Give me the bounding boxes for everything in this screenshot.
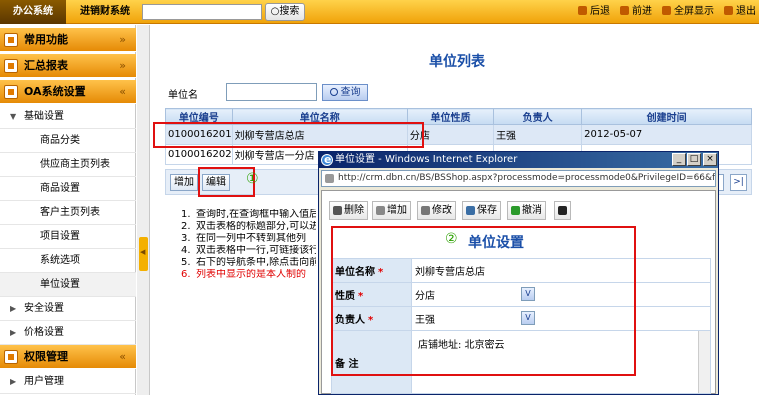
sidebar-item-product-settings[interactable]: 商品设置 bbox=[0, 177, 136, 201]
minimize-button[interactable]: _ bbox=[672, 153, 686, 166]
query-button[interactable]: 查询 bbox=[322, 84, 368, 101]
add-button[interactable]: 增加 bbox=[170, 174, 198, 191]
sidebar-item-product-category[interactable]: 商品分类 bbox=[0, 129, 136, 153]
annotation-number-1: ① bbox=[246, 171, 259, 187]
top-search-input[interactable] bbox=[142, 4, 262, 20]
folder-icon bbox=[4, 33, 18, 47]
undo-icon bbox=[511, 206, 520, 215]
address-bar[interactable]: http://crm.dbn.cn/BS/BSShop.aspx?process… bbox=[321, 170, 716, 187]
sidebar-item-system-options[interactable]: 系统选项 bbox=[0, 249, 136, 273]
top-search-button[interactable]: ○搜索 bbox=[265, 3, 305, 21]
unit-name-search-input[interactable] bbox=[226, 83, 317, 101]
fullscreen-icon bbox=[662, 6, 671, 15]
sidebar-item-customer-list[interactable]: 客户主页列表 bbox=[0, 201, 136, 225]
back-button[interactable]: 后退 bbox=[578, 0, 610, 24]
note-item: 5. 右下的导航条中,除点击向前 bbox=[181, 257, 316, 268]
add-icon bbox=[376, 206, 385, 215]
sidebar-group-security[interactable]: ▶ 安全设置 bbox=[0, 297, 136, 321]
sidebar-splitter[interactable] bbox=[137, 25, 150, 395]
back-icon bbox=[578, 6, 587, 15]
annotation-row-highlight bbox=[153, 122, 424, 148]
chevron-icon: » bbox=[119, 33, 126, 46]
textarea-scrollbar[interactable] bbox=[698, 331, 710, 393]
page-title: 单位列表 bbox=[429, 54, 485, 70]
search-icon bbox=[329, 88, 338, 96]
note-item: 4. 双击表格中一行,可链接该行 bbox=[181, 245, 316, 256]
report-icon bbox=[4, 59, 18, 73]
fullscreen-button[interactable]: 全屏显示 bbox=[662, 0, 714, 24]
tab-erp-system[interactable]: 进销财系统 bbox=[80, 0, 130, 24]
sidebar-section-common[interactable]: 常用功能 » bbox=[0, 28, 136, 52]
unit-settings-popup-window: 单位设置 - Windows Internet Explorer _ □ × h… bbox=[318, 151, 719, 395]
sidebar-group-price[interactable]: ▶ 价格设置 bbox=[0, 321, 136, 345]
collapsed-triangle-icon: ▶ bbox=[10, 328, 17, 337]
popup-body: 删除 增加 修改 保存 撤消 单位设置 单位名称 * 刘柳专营店总店 性质 * 分店… bbox=[321, 190, 716, 394]
pencil-icon bbox=[421, 206, 430, 215]
forward-icon bbox=[620, 6, 629, 15]
gear-icon bbox=[4, 85, 18, 99]
sidebar-section-oa-settings[interactable]: OA系统设置 « bbox=[0, 80, 136, 104]
chevron-icon: » bbox=[119, 59, 126, 72]
page-icon bbox=[325, 174, 334, 183]
sidebar: 常用功能 » 汇总报表 » OA系统设置 « ▼ 基础设置 商品分类 供应商主页列… bbox=[0, 25, 136, 395]
annotation-number-2: ② bbox=[445, 231, 458, 247]
note-item: 1. 查询时,在查询框中输入值后 bbox=[181, 209, 316, 220]
pager-last-button[interactable]: >| bbox=[730, 174, 747, 191]
col-header-owner[interactable]: 负责人 bbox=[493, 108, 583, 125]
note-item: 6. 列表中显示的是本人制的 bbox=[181, 269, 306, 280]
sidebar-section-permissions[interactable]: 权限管理 « bbox=[0, 345, 136, 369]
popup-title-bar[interactable]: 单位设置 - Windows Internet Explorer _ □ × bbox=[319, 152, 718, 168]
collapsed-triangle-icon: ▶ bbox=[10, 377, 17, 386]
col-header-created-time[interactable]: 创建时间 bbox=[581, 108, 752, 125]
table-cell: 王强 bbox=[493, 124, 583, 145]
sidebar-group-users[interactable]: ▶ 用户管理 bbox=[0, 370, 136, 394]
add-button[interactable]: 增加 bbox=[372, 201, 411, 220]
modify-button[interactable]: 修改 bbox=[417, 201, 456, 220]
tab-office-system[interactable]: 办公系统 bbox=[0, 0, 66, 24]
note-item: 3. 在同一列中不转到其他列 bbox=[181, 233, 306, 244]
forward-button[interactable]: 前进 bbox=[620, 0, 652, 24]
note-item: 2. 双击表格的标题部分,可以进 bbox=[181, 221, 316, 232]
delete-icon bbox=[333, 206, 342, 215]
undo-button[interactable]: 撤消 bbox=[507, 201, 546, 220]
annotation-form-highlight bbox=[331, 226, 636, 376]
sidebar-section-reports[interactable]: 汇总报表 » bbox=[0, 54, 136, 78]
filter-label: 单位名 bbox=[168, 90, 198, 101]
delete-button[interactable]: 删除 bbox=[329, 201, 368, 220]
collapsed-triangle-icon: ▶ bbox=[10, 304, 17, 313]
sidebar-item-unit-settings[interactable]: 单位设置 bbox=[0, 273, 136, 297]
sidebar-item-project-settings[interactable]: 项目设置 bbox=[0, 225, 136, 249]
close-button[interactable]: × bbox=[703, 153, 717, 166]
exit-icon bbox=[724, 6, 733, 15]
collapse-sidebar-handle[interactable] bbox=[139, 237, 148, 271]
sidebar-group-basic[interactable]: ▼ 基础设置 bbox=[0, 105, 136, 129]
ie-icon bbox=[321, 152, 333, 168]
exit-door-icon bbox=[558, 206, 567, 215]
save-button[interactable]: 保存 bbox=[462, 201, 501, 220]
chevron-icon: « bbox=[119, 85, 126, 98]
expanded-triangle-icon: ▼ bbox=[10, 112, 17, 121]
maximize-button[interactable]: □ bbox=[687, 153, 701, 166]
chevron-icon: « bbox=[119, 350, 126, 363]
help-notes: 1. 查询时,在查询框中输入值后 2. 双击表格的标题部分,可以进 3. 在同一列中不… bbox=[181, 209, 316, 281]
lock-icon bbox=[4, 350, 18, 364]
top-bar: 办公系统 进销财系统 ○搜索 后退 前进 全屏显示 退出 bbox=[0, 0, 759, 24]
sidebar-item-supplier-list[interactable]: 供应商主页列表 bbox=[0, 153, 136, 177]
table-cell: 2012-05-07 bbox=[581, 124, 752, 145]
exit-button[interactable]: 退出 bbox=[724, 0, 756, 24]
floppy-disk-icon bbox=[466, 206, 475, 215]
exit-icon-button[interactable] bbox=[554, 201, 571, 220]
